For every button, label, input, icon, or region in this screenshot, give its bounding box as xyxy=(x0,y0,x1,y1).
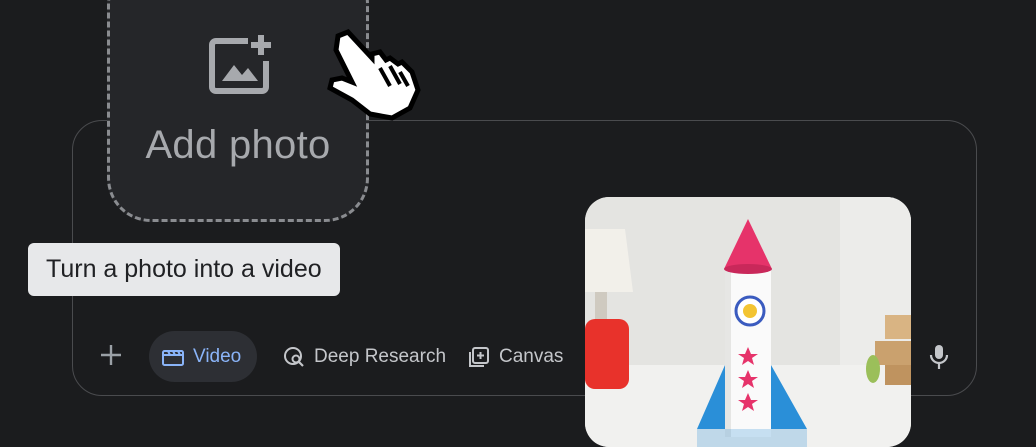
microphone-icon[interactable] xyxy=(928,343,950,371)
canvas-label: Canvas xyxy=(499,345,564,367)
plus-icon[interactable] xyxy=(96,340,126,370)
add-photo-label: Add photo xyxy=(145,123,331,167)
deep-research-icon xyxy=(284,346,304,367)
video-tool-label: Video xyxy=(193,345,242,367)
deep-research-button[interactable]: Deep Research xyxy=(282,331,446,382)
canvas-icon xyxy=(469,346,489,367)
rocket-photo-preview xyxy=(585,197,911,447)
rocket-photo xyxy=(585,197,911,447)
add-photo-icon xyxy=(209,35,271,94)
clapperboard-icon xyxy=(162,349,184,366)
canvas-button[interactable]: Canvas xyxy=(467,331,563,382)
tooltip: Turn a photo into a video xyxy=(28,243,340,296)
deep-research-label: Deep Research xyxy=(314,345,447,367)
hand-pointer-cursor-icon xyxy=(327,29,421,121)
video-tool-button[interactable]: Video xyxy=(149,331,258,382)
